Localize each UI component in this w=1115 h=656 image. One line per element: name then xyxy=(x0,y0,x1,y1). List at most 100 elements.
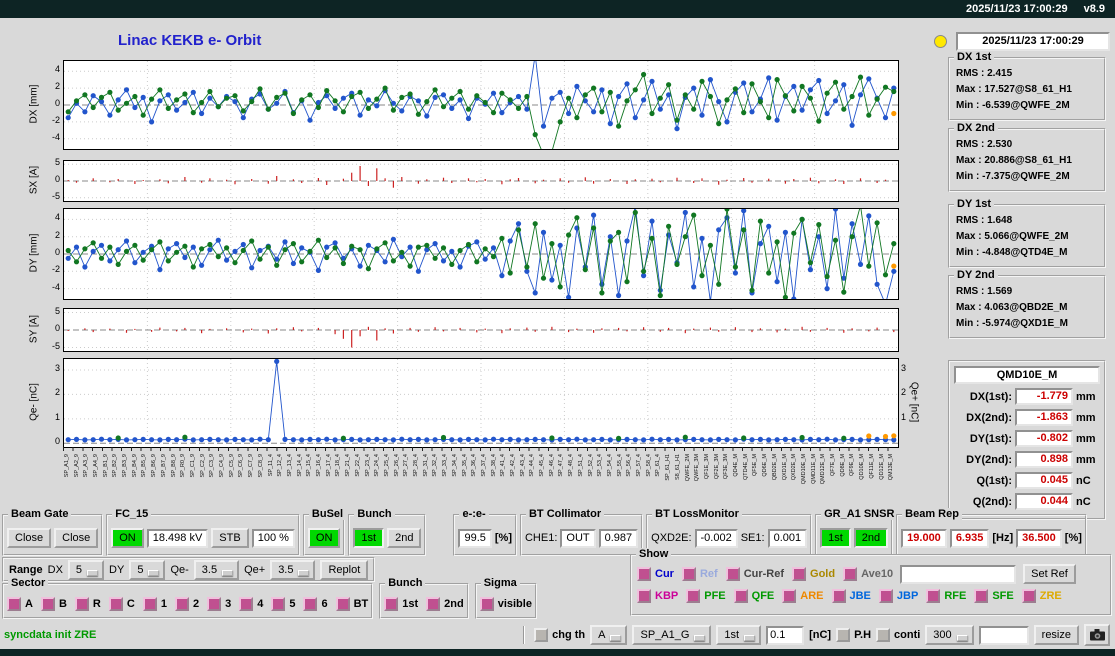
fc15-stb-button[interactable]: STB xyxy=(211,528,249,548)
bunch-2nd-checkbox[interactable]: 2nd xyxy=(426,597,464,611)
sector-b-checkbox[interactable]: B xyxy=(40,597,67,611)
ref-name-input[interactable] xyxy=(900,564,1017,584)
group-label: BT LossMonitor xyxy=(652,508,742,520)
bunch-2nd-button[interactable]: 2nd xyxy=(387,528,422,548)
x-axis-label: SP_C8_9 xyxy=(257,454,264,478)
x-axis-label: QF2E_3M xyxy=(713,454,720,480)
beam-gate-close-1-button[interactable]: Close xyxy=(7,528,52,548)
y-tick-label: -5 xyxy=(51,340,60,351)
x-axis-label: SP_46_4 xyxy=(548,454,555,477)
x-axis-label: QM13E_M xyxy=(888,454,895,481)
snapshot-button[interactable] xyxy=(1084,624,1110,646)
x-axis-label: SP_11_4 xyxy=(267,454,274,477)
titlebar-datetime: 2025/11/23 17:00:29 xyxy=(966,3,1068,15)
resize-button[interactable]: resize xyxy=(1033,625,1079,645)
beam-gate-close-2-button[interactable]: Close xyxy=(54,528,99,548)
group-label: GR_A1 SNSR xyxy=(821,508,898,520)
blank-input[interactable] xyxy=(978,625,1029,645)
sector-2-checkbox[interactable]: 2 xyxy=(174,597,199,611)
range-dy-select[interactable]: 5 xyxy=(129,559,166,580)
show-are-checkbox[interactable]: ARE xyxy=(782,589,824,603)
set-ref-button[interactable]: Set Ref xyxy=(1023,564,1076,584)
sector-5-checkbox[interactable]: 5 xyxy=(271,597,295,611)
busel-on-button[interactable]: ON xyxy=(307,528,341,548)
chart-qe-plot-area[interactable] xyxy=(63,358,899,448)
interval-select[interactable]: 300 xyxy=(925,625,974,645)
sigma-visible-checkbox[interactable]: visible xyxy=(479,597,532,611)
monitor-title: QMD10E_M xyxy=(954,366,1100,384)
monitor-row-label: Q(1st): xyxy=(976,474,1012,487)
show-cur-checkbox[interactable]: Cur xyxy=(637,567,674,581)
beam-rep-group: Beam Rep 19.000 6.935 [Hz] 36.500 [%] xyxy=(896,508,1087,556)
threshold-input[interactable] xyxy=(766,625,805,645)
show-zre-checkbox[interactable]: ZRE xyxy=(1021,589,1062,603)
conti-checkbox[interactable]: conti xyxy=(876,628,920,642)
sector-bt-checkbox[interactable]: BT xyxy=(335,597,368,611)
range-qep-label: Qe+ xyxy=(244,563,266,576)
stat-group-dx-2nd: DX 2nd RMS : 2.530 Max : 20.886@S8_61_H1 Mi… xyxy=(948,122,1106,192)
sector-r-checkbox[interactable]: R xyxy=(74,597,101,611)
sector-c-checkbox[interactable]: C xyxy=(108,597,135,611)
show-ref-checkbox[interactable]: Ref xyxy=(681,567,718,581)
sector-6-checkbox[interactable]: 6 xyxy=(303,597,328,611)
group-label: FC_15 xyxy=(112,508,152,520)
x-axis-label: SP_34_4 xyxy=(451,454,458,477)
monitor-rows: DX(1st): -1.779 mm DX(2nd): -1.863 mm DY(1st):… xyxy=(954,388,1100,510)
sector-a-checkbox[interactable]: A xyxy=(7,597,33,611)
chg-th-checkbox[interactable]: chg th xyxy=(534,628,585,642)
ee-ratio-group: e-:e- 99.5 [%] xyxy=(453,508,517,556)
replot-button[interactable]: Replot xyxy=(320,559,369,580)
option-menu-indicator-icon xyxy=(298,569,310,576)
checkbox-indicator xyxy=(686,589,701,603)
fc15-on-button[interactable]: ON xyxy=(111,528,144,548)
show-jbe-checkbox[interactable]: JBE xyxy=(831,589,871,603)
checkbox-label: chg th xyxy=(552,629,586,641)
gr-a1-2nd-button[interactable]: 2nd xyxy=(853,528,889,548)
monitor-row: Q(2nd): 0.044 nC xyxy=(954,493,1100,510)
show-rfe-checkbox[interactable]: RFE xyxy=(926,589,966,603)
bpm-select[interactable]: SP_A1_G xyxy=(632,625,712,645)
range-qem-select[interactable]: 3.5 xyxy=(193,559,240,580)
checkbox-label: ZRE xyxy=(1039,590,1062,602)
bunch-select[interactable]: 1st xyxy=(716,625,762,645)
bunch-1st-button[interactable]: 1st xyxy=(353,528,385,548)
y-tick-label: 5 xyxy=(54,305,60,316)
show-gold-checkbox[interactable]: Gold xyxy=(792,567,835,581)
range-dx-select[interactable]: 5 xyxy=(67,559,105,580)
bunch-select-group: Bunch 1st 2nd xyxy=(379,577,469,619)
chart-dy-plot-area[interactable] xyxy=(63,208,899,300)
sector-4-checkbox[interactable]: 4 xyxy=(239,597,263,611)
bunch-1st-checkbox[interactable]: 1st xyxy=(384,597,418,611)
checkbox-label: 6 xyxy=(321,598,328,610)
checkbox-label: visible xyxy=(497,598,532,610)
checkbox-label: Ave10 xyxy=(861,568,894,580)
option-menu-indicator-icon xyxy=(744,635,756,641)
show-qfe-checkbox[interactable]: QFE xyxy=(733,589,774,603)
gr-a1-1st-button[interactable]: 1st xyxy=(820,528,851,548)
x-axis-label: QD12E_M xyxy=(878,454,885,480)
show-jbp-checkbox[interactable]: JBP xyxy=(878,589,918,603)
show-curref-checkbox[interactable]: Cur-Ref xyxy=(725,567,784,581)
x-axis-label: SP_B1_9 xyxy=(102,454,109,478)
chart-dx-plot-area[interactable] xyxy=(63,60,899,150)
show-kbp-checkbox[interactable]: KBP xyxy=(637,589,678,603)
chart-sy-plot-area[interactable] xyxy=(63,308,899,352)
sector-select[interactable]: A xyxy=(590,625,628,645)
show-pfe-checkbox[interactable]: PFE xyxy=(686,589,726,603)
range-qep-select[interactable]: 3.5 xyxy=(270,559,316,580)
x-axis-label: SP_13_4 xyxy=(286,454,293,477)
chart-sx-plot-area[interactable] xyxy=(63,160,899,202)
stat-line: Min : -5.974@QXD1E_M xyxy=(956,318,1069,329)
show-sfe-checkbox[interactable]: SFE xyxy=(974,589,1014,603)
sector-1-checkbox[interactable]: 1 xyxy=(142,597,167,611)
show-ave10-checkbox[interactable]: Ave10 xyxy=(843,567,893,581)
checkbox-label: conti xyxy=(894,629,921,641)
x-axis-label: SP_56_4 xyxy=(626,454,633,477)
che1-label: CHE1: xyxy=(524,532,558,544)
ph-checkbox[interactable]: P.H xyxy=(836,628,871,642)
group-label: Sigma xyxy=(480,577,520,589)
y-tick-label: -5 xyxy=(51,190,60,201)
x-axis-label: SP_51_4 xyxy=(577,454,584,477)
sector-3-checkbox[interactable]: 3 xyxy=(207,597,231,611)
option-menu-indicator-icon xyxy=(610,635,622,641)
